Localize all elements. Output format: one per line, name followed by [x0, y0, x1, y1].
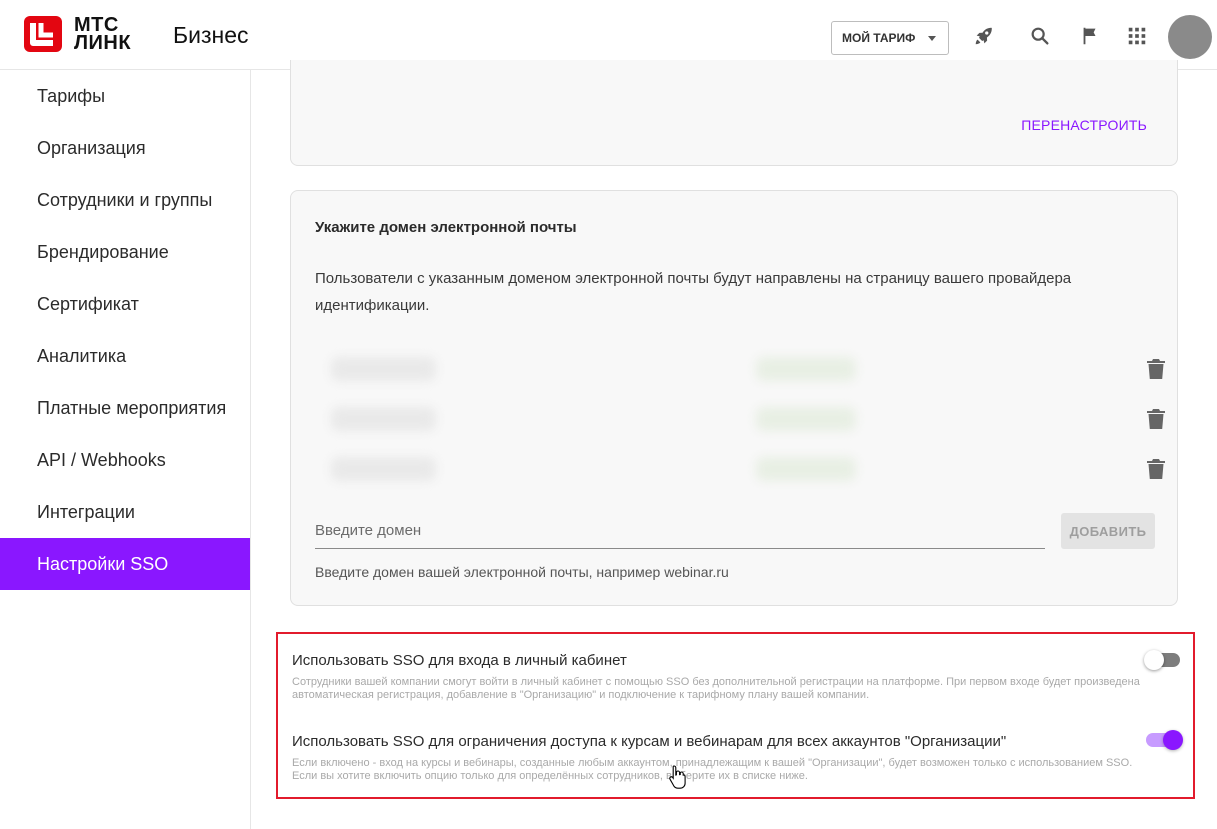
sidebar-item-label: Тарифы — [37, 85, 106, 106]
trash-icon[interactable] — [1147, 409, 1165, 429]
domain-row — [331, 343, 1165, 393]
logo-text: МТС ЛИНК — [74, 15, 132, 54]
domain-status-redacted — [756, 357, 856, 381]
logo[interactable]: МТС ЛИНК — [24, 15, 132, 54]
apps-grid-icon[interactable] — [1126, 25, 1148, 47]
my-tariff-dropdown[interactable]: МОЙ ТАРИФ — [831, 21, 949, 55]
sso-restrict-option-title: Использовать SSO для ограничения доступа… — [292, 733, 1007, 750]
rocket-icon[interactable] — [973, 25, 995, 47]
add-domain-button[interactable]: ДОБАВИТЬ — [1061, 513, 1155, 549]
sso-restrict-toggle[interactable] — [1146, 730, 1183, 750]
domain-row — [331, 443, 1165, 493]
sidebar-item-tariffs[interactable]: Тарифы — [0, 70, 250, 122]
sidebar-item-label: Аналитика — [37, 345, 127, 366]
mts-logo-icon — [24, 16, 62, 52]
sso-login-option-description: Сотрудники вашей компании смогут войти в… — [292, 676, 1140, 701]
sso-restrict-option-description: Если включено - вход на курсы и вебинары… — [292, 757, 1133, 782]
sso-login-toggle[interactable] — [1144, 650, 1180, 670]
flag-icon[interactable] — [1079, 25, 1101, 47]
sso-login-option-title: Использовать SSO для входа в личный каби… — [292, 652, 627, 669]
domain-status-redacted — [756, 407, 856, 431]
sidebar-item-label: Брендирование — [37, 241, 169, 262]
domain-row — [331, 393, 1165, 443]
reconfigure-button[interactable]: ПЕРЕНАСТРОИТЬ — [1021, 117, 1147, 133]
avatar[interactable] — [1168, 15, 1212, 59]
sidebar-item-analytics[interactable]: Аналитика — [0, 330, 250, 382]
toggle-knob — [1163, 730, 1183, 750]
sidebar-item-branding[interactable]: Брендирование — [0, 226, 250, 278]
chevron-down-icon — [928, 36, 936, 41]
sidebar-item-label: Сертификат — [37, 293, 139, 314]
email-domain-card: Укажите домен электронной почты Пользова… — [290, 190, 1178, 606]
sidebar-item-integrations[interactable]: Интеграции — [0, 486, 250, 538]
sidebar-item-certificate[interactable]: Сертификат — [0, 278, 250, 330]
sidebar-item-label: Сотрудники и группы — [37, 189, 213, 210]
sso-provider-card: ПЕРЕНАСТРОИТЬ — [290, 60, 1178, 166]
domain-name-redacted — [331, 407, 436, 431]
sidebar-item-label: Платные мероприятия — [37, 397, 227, 418]
my-tariff-label: МОЙ ТАРИФ — [842, 31, 916, 45]
domain-name-redacted — [331, 357, 436, 381]
sidebar-item-organization[interactable]: Организация — [0, 122, 250, 174]
sidebar: Тарифы Организация Сотрудники и группы Б… — [0, 70, 251, 829]
domain-input[interactable] — [315, 513, 1045, 548]
sidebar-item-label: Интеграции — [37, 501, 135, 522]
sidebar-item-api-webhooks[interactable]: API / Webhooks — [0, 434, 250, 486]
domain-input-wrapper — [315, 513, 1045, 549]
logo-line-2: ЛИНК — [74, 32, 132, 54]
product-name: Бизнес — [173, 22, 249, 48]
sidebar-item-label: API / Webhooks — [37, 449, 166, 470]
toggle-knob — [1144, 650, 1164, 670]
sidebar-item-employees-groups[interactable]: Сотрудники и группы — [0, 174, 250, 226]
sidebar-item-sso-settings[interactable]: Настройки SSO — [0, 538, 250, 590]
domain-status-redacted — [756, 457, 856, 481]
email-domain-title: Укажите домен электронной почты — [315, 219, 577, 236]
domain-input-hint: Введите домен вашей электронной почты, н… — [315, 564, 729, 580]
hand-cursor-icon — [669, 765, 686, 789]
trash-icon[interactable] — [1147, 359, 1165, 379]
sidebar-item-paid-events[interactable]: Платные мероприятия — [0, 382, 250, 434]
domain-name-redacted — [331, 457, 436, 481]
sidebar-item-label: Настройки SSO — [37, 553, 169, 574]
email-domain-description: Пользователи с указанным доменом электро… — [315, 270, 1072, 314]
sso-options-highlight: Использовать SSO для входа в личный каби… — [276, 632, 1195, 799]
sidebar-item-label: Организация — [37, 137, 146, 158]
search-icon[interactable] — [1029, 25, 1051, 47]
trash-icon[interactable] — [1147, 459, 1165, 479]
